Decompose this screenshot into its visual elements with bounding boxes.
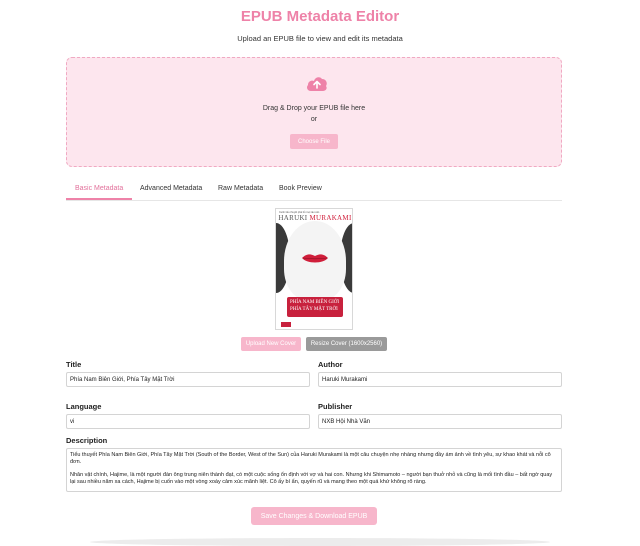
cover-author-last: MURAKAMI bbox=[309, 214, 352, 222]
description-textarea[interactable]: Tiểu thuyết Phía Nam Biên Giới, Phía Tây… bbox=[66, 448, 562, 492]
choose-file-button[interactable]: Choose File bbox=[290, 134, 338, 149]
publisher-label: Publisher bbox=[318, 402, 353, 411]
description-paragraph-2: Nhân vật chính, Hajime, là một người đàn… bbox=[70, 472, 553, 485]
title-label: Title bbox=[66, 360, 82, 369]
resize-cover-button[interactable]: Resize Cover (1600x2560) bbox=[306, 337, 387, 351]
cover-author: HARUKI MURAKAMI bbox=[276, 214, 352, 222]
metadata-tabs: Basic Metadata Advanced Metadata Raw Met… bbox=[66, 181, 562, 201]
dropzone-or: or bbox=[310, 116, 318, 123]
tab-raw-metadata[interactable]: Raw Metadata bbox=[218, 185, 263, 192]
description-paragraph-1: Tiểu thuyết Phía Nam Biên Giới, Phía Tây… bbox=[70, 452, 551, 465]
cover-title-line-1: PHÍA NAM BIÊN GIỚI bbox=[290, 300, 340, 305]
cover-author-first: HARUKI bbox=[278, 214, 308, 222]
description-label: Description bbox=[66, 436, 108, 445]
language-field[interactable]: vi bbox=[66, 414, 310, 429]
footer-shadow bbox=[90, 538, 550, 546]
author-label: Author bbox=[318, 360, 343, 369]
save-download-button[interactable]: Save Changes & Download EPUB bbox=[251, 507, 377, 525]
cover-lips-illustration bbox=[302, 254, 328, 263]
upload-cover-button[interactable]: Upload New Cover bbox=[241, 337, 301, 351]
language-label: Language bbox=[66, 402, 102, 411]
page-subtitle: Upload an EPUB file to view and edit its… bbox=[237, 34, 403, 43]
cover-title-line-2: PHÍA TÂY MẶT TRỜI bbox=[290, 307, 338, 312]
dropzone-prompt: Drag & Drop your EPUB file here bbox=[262, 105, 366, 112]
publisher-field[interactable]: NXB Hội Nhà Văn bbox=[318, 414, 562, 429]
title-field[interactable]: Phía Nam Biên Giới, Phía Tây Mặt Trời bbox=[66, 372, 310, 387]
publisher-logo-icon bbox=[281, 322, 291, 327]
tab-book-preview[interactable]: Book Preview bbox=[279, 185, 322, 192]
book-cover-image: Cuốn tiểu thuyết phá bỏ mọi rào cản HARU… bbox=[275, 208, 353, 330]
file-dropzone[interactable]: Drag & Drop your EPUB file here or Choos… bbox=[66, 57, 562, 167]
page-title: EPUB Metadata Editor bbox=[240, 8, 400, 25]
author-field[interactable]: Haruki Murakami bbox=[318, 372, 562, 387]
active-tab-indicator bbox=[66, 198, 132, 200]
tab-advanced-metadata[interactable]: Advanced Metadata bbox=[140, 185, 202, 192]
cloud-upload-icon bbox=[307, 77, 327, 91]
cover-title-badge: PHÍA NAM BIÊN GIỚI PHÍA TÂY MẶT TRỜI bbox=[287, 297, 343, 317]
tab-basic-metadata[interactable]: Basic Metadata bbox=[75, 185, 123, 192]
